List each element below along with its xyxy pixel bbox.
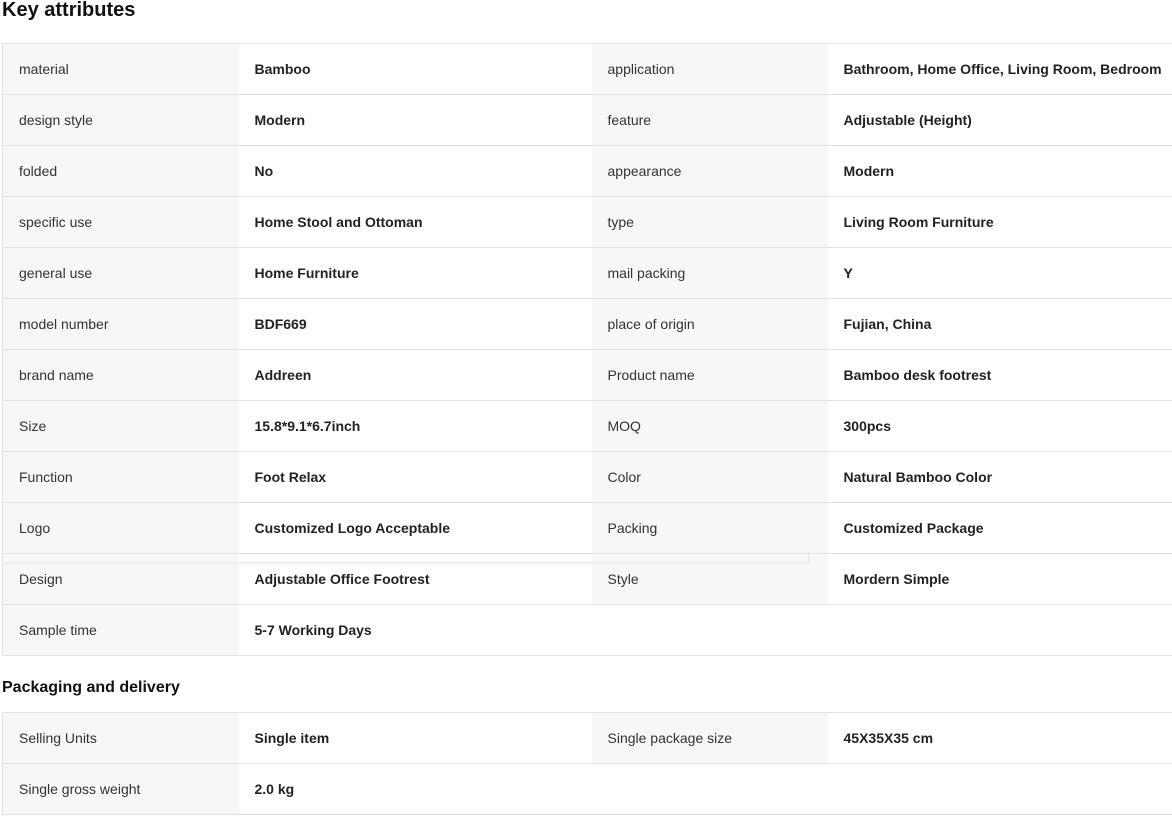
attribute-row: Design Adjustable Office Footrest Style Mor… [2, 553, 1172, 605]
attribute-label: Single gross weight [2, 763, 239, 815]
attribute-label: Color [591, 451, 828, 503]
attribute-row: general use Home Furniture mail packing Y [2, 247, 1172, 299]
attribute-value: 300pcs [827, 400, 1172, 452]
attribute-label: place of origin [591, 298, 828, 350]
attribute-row: specific use Home Stool and Ottoman type Li… [2, 196, 1172, 248]
attribute-label: type [591, 196, 828, 248]
attribute-value: Home Furniture [238, 247, 592, 299]
attribute-value: Adjustable (Height) [827, 94, 1172, 146]
attribute-row: Size 15.8*9.1*6.7inch MOQ 300pcs [2, 400, 1172, 452]
attribute-label: application [591, 43, 828, 95]
attribute-label: Packing [591, 502, 828, 554]
attribute-value: Foot Relax [238, 451, 592, 503]
attribute-value: Modern [238, 94, 592, 146]
attribute-row: Function Foot Relax Color Natural Bamboo Co… [2, 451, 1172, 503]
attribute-label: Size [2, 400, 239, 452]
key-attributes-title: Key attributes [2, 0, 136, 21]
attribute-label: design style [2, 94, 239, 146]
packaging-delivery-title: Packaging and delivery [2, 679, 180, 696]
attribute-value: Single item [238, 712, 592, 764]
attribute-value: Bamboo desk footrest [827, 349, 1172, 401]
attribute-row: Selling Units Single item Single package s… [2, 712, 1172, 764]
attribute-label: general use [2, 247, 239, 299]
attribute-value: 45X35X35 cm [827, 712, 1172, 764]
empty-cell [827, 763, 1172, 815]
attribute-label: Single package size [591, 712, 828, 764]
attribute-value: Home Stool and Ottoman [238, 196, 592, 248]
attribute-value: Modern [827, 145, 1172, 197]
attribute-value: Fujian, China [827, 298, 1172, 350]
attribute-label: Design [2, 553, 239, 605]
attribute-row: Sample time 5-7 Working Days [2, 604, 1172, 656]
attribute-label: material [2, 43, 239, 95]
attribute-value: Mordern Simple [827, 553, 1172, 605]
attribute-value: Bamboo [238, 43, 592, 95]
attribute-label: brand name [2, 349, 239, 401]
empty-cell [591, 763, 828, 815]
attribute-label: appearance [591, 145, 828, 197]
attribute-value: Adjustable Office Footrest [238, 553, 592, 605]
attribute-value: 15.8*9.1*6.7inch [238, 400, 592, 452]
attribute-value: Customized Logo Acceptable [238, 502, 592, 554]
attribute-label: feature [591, 94, 828, 146]
attribute-label: MOQ [591, 400, 828, 452]
attribute-label: Logo [2, 502, 239, 554]
attribute-value: Bathroom, Home Office, Living Room, Bedr… [827, 43, 1172, 95]
packaging-delivery-table: Selling Units Single item Single package s… [2, 712, 1172, 815]
attribute-value: Y [827, 247, 1172, 299]
attribute-label: Product name [591, 349, 828, 401]
attribute-value: No [238, 145, 592, 197]
attribute-label: Sample time [2, 604, 239, 656]
attribute-row: brand name Addreen Product name Bamboo desk… [2, 349, 1172, 401]
attribute-row: design style Modern feature Adjustable (Hei… [2, 94, 1172, 146]
key-attributes-table: material Bamboo application Bathroom, Home … [2, 43, 1172, 656]
attribute-value: Addreen [238, 349, 592, 401]
attribute-row: folded No appearance Modern [2, 145, 1172, 197]
attribute-value: BDF669 [238, 298, 592, 350]
attribute-label: folded [2, 145, 239, 197]
attribute-value: Customized Package [827, 502, 1172, 554]
attribute-label: Function [2, 451, 239, 503]
attribute-label: model number [2, 298, 239, 350]
attribute-label: Style [591, 553, 828, 605]
attribute-value: 2.0 kg [238, 763, 592, 815]
attribute-value: Living Room Furniture [827, 196, 1172, 248]
attribute-row: Single gross weight 2.0 kg [2, 763, 1172, 815]
attribute-row: model number BDF669 place of origin Fujian,… [2, 298, 1172, 350]
empty-cell [591, 604, 828, 656]
attribute-label: Selling Units [2, 712, 239, 764]
attribute-value: 5-7 Working Days [238, 604, 592, 656]
empty-cell [827, 604, 1172, 656]
attribute-label: mail packing [591, 247, 828, 299]
attribute-value: Natural Bamboo Color [827, 451, 1172, 503]
attribute-row: material Bamboo application Bathroom, Home … [2, 43, 1172, 95]
attribute-label: specific use [2, 196, 239, 248]
attribute-row: Logo Customized Logo Acceptable Packing Cus… [2, 502, 1172, 554]
